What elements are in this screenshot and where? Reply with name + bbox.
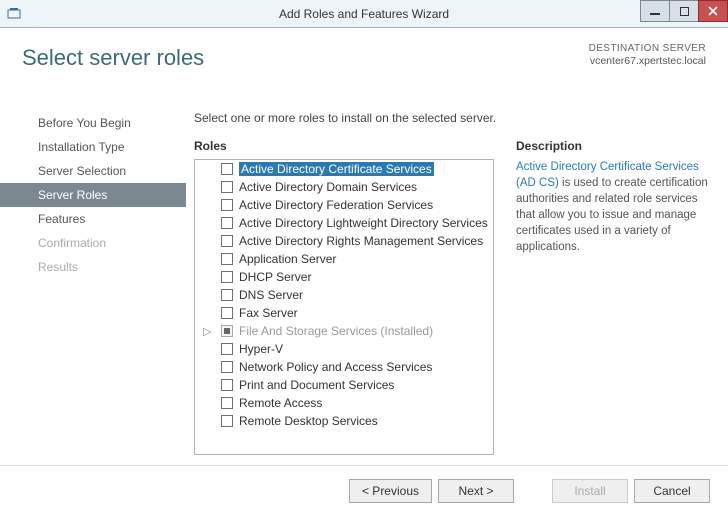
role-label: Remote Desktop Services: [239, 414, 378, 428]
role-label: Network Policy and Access Services: [239, 360, 432, 374]
checkbox-icon: [221, 325, 233, 337]
roles-column: Roles Active Directory Certificate Servi…: [194, 139, 494, 455]
next-button[interactable]: Next >: [438, 479, 514, 503]
step-features[interactable]: Features: [0, 207, 186, 231]
role-rds[interactable]: Remote Desktop Services: [195, 412, 491, 430]
steps-list: Before You Begin Installation Type Serve…: [0, 111, 186, 279]
minimize-button[interactable]: [640, 0, 670, 22]
role-hyperv[interactable]: Hyper-V: [195, 340, 491, 358]
role-file-storage[interactable]: ▷ File And Storage Services (Installed): [195, 322, 491, 340]
role-remote-access[interactable]: Remote Access: [195, 394, 491, 412]
role-label: DNS Server: [239, 288, 303, 302]
checkbox-icon[interactable]: [221, 289, 233, 301]
maximize-icon: [680, 7, 689, 16]
main-pane: Select one or more roles to install on t…: [186, 101, 728, 465]
role-fax-server[interactable]: Fax Server: [195, 304, 491, 322]
close-button[interactable]: [698, 0, 728, 22]
description-column: Description Active Directory Certificate…: [516, 139, 710, 455]
role-adlds[interactable]: Active Directory Lightweight Directory S…: [195, 214, 491, 232]
step-server-roles[interactable]: Server Roles: [0, 183, 186, 207]
destination-block: DESTINATION SERVER vcenter67.xpertstec.l…: [589, 43, 706, 68]
roles-row: Roles Active Directory Certificate Servi…: [194, 139, 710, 455]
role-label: Fax Server: [239, 306, 298, 320]
role-adfs[interactable]: Active Directory Federation Services: [195, 196, 491, 214]
step-installation-type[interactable]: Installation Type: [0, 135, 186, 159]
minimize-icon: [650, 13, 660, 15]
checkbox-icon[interactable]: [221, 415, 233, 427]
roles-header: Roles: [194, 139, 494, 153]
wizard-header: Select server roles DESTINATION SERVER v…: [0, 29, 728, 101]
description-header: Description: [516, 139, 710, 153]
checkbox-icon[interactable]: [221, 361, 233, 373]
steps-sidebar: Before You Begin Installation Type Serve…: [0, 101, 186, 465]
window-title: Add Roles and Features Wizard: [0, 7, 728, 21]
titlebar: Add Roles and Features Wizard: [0, 0, 728, 28]
role-label: Hyper-V: [239, 342, 283, 356]
roles-scroll[interactable]: Active Directory Certificate Services Ac…: [195, 160, 493, 454]
checkbox-icon[interactable]: [221, 397, 233, 409]
role-adds[interactable]: Active Directory Domain Services: [195, 178, 491, 196]
close-icon: [708, 6, 718, 16]
checkbox-icon[interactable]: [221, 307, 233, 319]
role-print[interactable]: Print and Document Services: [195, 376, 491, 394]
cancel-button[interactable]: Cancel: [634, 479, 710, 503]
destination-label: DESTINATION SERVER: [589, 43, 706, 55]
page-title: Select server roles: [22, 45, 204, 71]
role-label: Active Directory Domain Services: [239, 180, 417, 194]
role-dhcp-server[interactable]: DHCP Server: [195, 268, 491, 286]
checkbox-icon[interactable]: [221, 253, 233, 265]
role-label: Active Directory Certificate Services: [239, 162, 434, 176]
role-adrms[interactable]: Active Directory Rights Management Servi…: [195, 232, 491, 250]
checkbox-icon[interactable]: [221, 271, 233, 283]
previous-button[interactable]: < Previous: [349, 479, 432, 503]
checkbox-icon[interactable]: [221, 235, 233, 247]
step-confirmation: Confirmation: [0, 231, 186, 255]
role-adcs[interactable]: Active Directory Certificate Services: [195, 160, 491, 178]
checkbox-icon[interactable]: [221, 379, 233, 391]
button-row: < Previous Next > Install Cancel: [0, 465, 728, 515]
install-button: Install: [552, 479, 628, 503]
role-nps[interactable]: Network Policy and Access Services: [195, 358, 491, 376]
checkbox-icon[interactable]: [221, 199, 233, 211]
step-server-selection[interactable]: Server Selection: [0, 159, 186, 183]
app-icon: [6, 6, 22, 22]
checkbox-icon[interactable]: [221, 163, 233, 175]
role-dns-server[interactable]: DNS Server: [195, 286, 491, 304]
wizard-body: Select server roles DESTINATION SERVER v…: [0, 28, 728, 515]
role-label: File And Storage Services (Installed): [239, 324, 433, 338]
checkbox-icon[interactable]: [221, 181, 233, 193]
role-label: Active Directory Rights Management Servi…: [239, 234, 483, 248]
role-label: Application Server: [239, 252, 336, 266]
role-label: DHCP Server: [239, 270, 311, 284]
checkbox-icon[interactable]: [221, 343, 233, 355]
role-label: Print and Document Services: [239, 378, 394, 392]
window-controls: [641, 0, 728, 22]
role-label: Remote Access: [239, 396, 322, 410]
maximize-button[interactable]: [669, 0, 699, 22]
checkbox-icon[interactable]: [221, 217, 233, 229]
expand-icon[interactable]: ▷: [203, 325, 213, 338]
roles-listbox[interactable]: Active Directory Certificate Services Ac…: [194, 159, 494, 455]
step-results: Results: [0, 255, 186, 279]
role-label: Active Directory Federation Services: [239, 198, 433, 212]
instruction-text: Select one or more roles to install on t…: [194, 111, 710, 125]
role-application-server[interactable]: Application Server: [195, 250, 491, 268]
description-text: Active Directory Certificate Services (A…: [516, 159, 710, 256]
destination-host: vcenter67.xpertstec.local: [589, 55, 706, 68]
step-before-you-begin[interactable]: Before You Begin: [0, 111, 186, 135]
role-label: Active Directory Lightweight Directory S…: [239, 216, 488, 230]
wizard-content: Before You Begin Installation Type Serve…: [0, 101, 728, 465]
